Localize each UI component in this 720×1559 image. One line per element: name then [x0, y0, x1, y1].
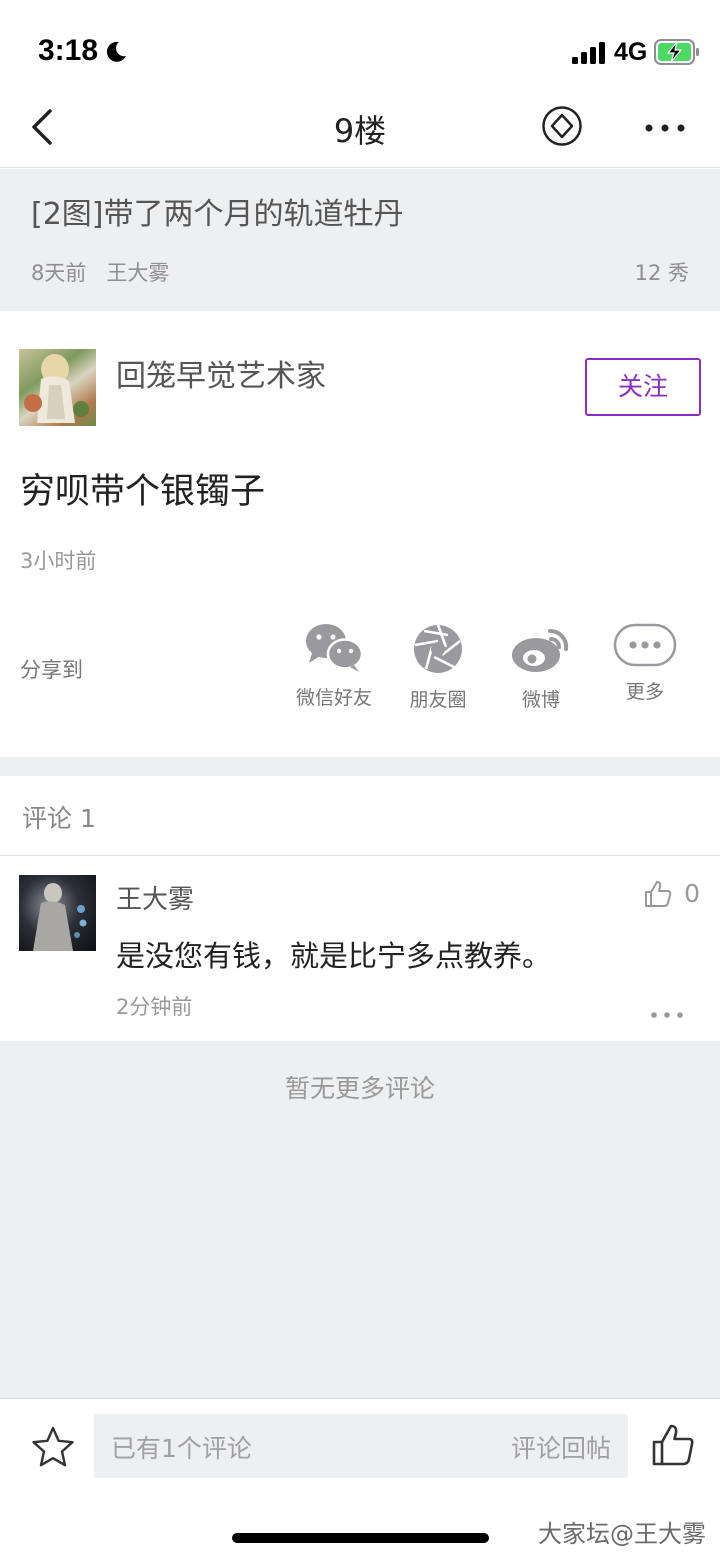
more-options-icon[interactable] — [644, 122, 686, 134]
rank-diamond-icon[interactable] — [541, 105, 583, 147]
comment-input-placeholder: 已有1个评论 — [111, 1434, 252, 1463]
comment-like-button[interactable]: 0 — [644, 879, 700, 908]
share-label: 分享到 — [20, 658, 83, 682]
star-icon[interactable] — [31, 1425, 75, 1469]
thumbs-up-icon — [645, 880, 672, 907]
post-age: 8天前 — [31, 261, 87, 285]
comment-item: 王大雾 0 是没您有钱，就是比宁多点教养。 2分钟前 — [0, 857, 720, 1041]
battery-charging-icon — [654, 39, 699, 65]
floor-content: 穷呗带个银镯子 — [20, 472, 266, 512]
page-title: 9楼 — [333, 112, 387, 150]
nav-bar: 9楼 — [0, 100, 720, 168]
more-share-icon — [613, 623, 677, 667]
home-indicator — [232, 1533, 489, 1543]
share-weibo-button[interactable]: 微博 — [489, 623, 593, 712]
comment-avatar-illustration — [33, 883, 87, 951]
no-more-comments: 暂无更多评论 — [284, 1074, 435, 1103]
comment-text: 是没您有钱，就是比宁多点教养。 — [116, 939, 552, 973]
comment-time: 2分钟前 — [116, 995, 193, 1019]
avatar-illustration — [24, 354, 89, 423]
share-more-button[interactable]: 更多 — [593, 623, 697, 704]
comment-input[interactable]: 已有1个评论 评论回帖 — [94, 1414, 628, 1478]
post-meta: 8天前 王大雾 — [31, 257, 169, 287]
signal-icon — [572, 42, 605, 64]
comments-header: 评论 1 — [0, 776, 720, 856]
post-xiu-count: 12 秀 — [634, 261, 689, 285]
wechat-icon — [306, 624, 364, 672]
comment-more-icon[interactable] — [650, 1011, 684, 1019]
share-wechat-button[interactable]: 微信好友 — [282, 623, 386, 710]
follow-button[interactable]: 关注 — [585, 358, 701, 416]
comments-count-title: 评论 1 — [22, 804, 96, 833]
post-header[interactable]: [2图]带了两个月的轨道牡丹 8天前 王大雾 12 秀 — [0, 169, 720, 311]
comment-reply-button[interactable]: 评论回帖 — [511, 1429, 611, 1465]
moon-icon — [106, 41, 126, 62]
comment-avatar[interactable] — [19, 875, 96, 951]
share-more-label: 更多 — [625, 681, 664, 703]
comment-like-count: 0 — [684, 879, 700, 908]
share-wechat-label: 微信好友 — [295, 687, 372, 709]
status-time: 3:18 — [38, 34, 99, 67]
watermark: 大家坛@王大雾 — [538, 1520, 706, 1548]
share-moments-label: 朋友圈 — [409, 689, 467, 711]
thumbs-up-icon[interactable] — [651, 1423, 695, 1467]
bottom-bar: 已有1个评论 评论回帖 大家坛@王大雾 — [0, 1398, 720, 1559]
network-type: 4G — [614, 38, 648, 66]
comment-username[interactable]: 王大雾 — [116, 879, 194, 916]
comments-end-area: 暂无更多评论 — [0, 1041, 720, 1398]
share-weibo-label: 微博 — [521, 689, 560, 711]
floor-card: 回笼早觉艺术家 关注 穷呗带个银镯子 3小时前 分享到 微信好友 朋友圈 微博 … — [0, 311, 720, 757]
moments-icon — [414, 624, 462, 673]
post-author[interactable]: 王大雾 — [106, 261, 169, 285]
section-divider — [0, 757, 720, 776]
post-title[interactable]: [2图]带了两个月的轨道牡丹 — [31, 189, 404, 233]
status-bar: 3:18 4G — [0, 0, 720, 100]
floor-username[interactable]: 回笼早觉艺术家 — [116, 351, 326, 395]
weibo-icon — [512, 628, 569, 672]
avatar[interactable] — [19, 349, 96, 426]
share-moments-button[interactable]: 朋友圈 — [386, 623, 490, 712]
floor-time: 3小时前 — [20, 549, 97, 573]
